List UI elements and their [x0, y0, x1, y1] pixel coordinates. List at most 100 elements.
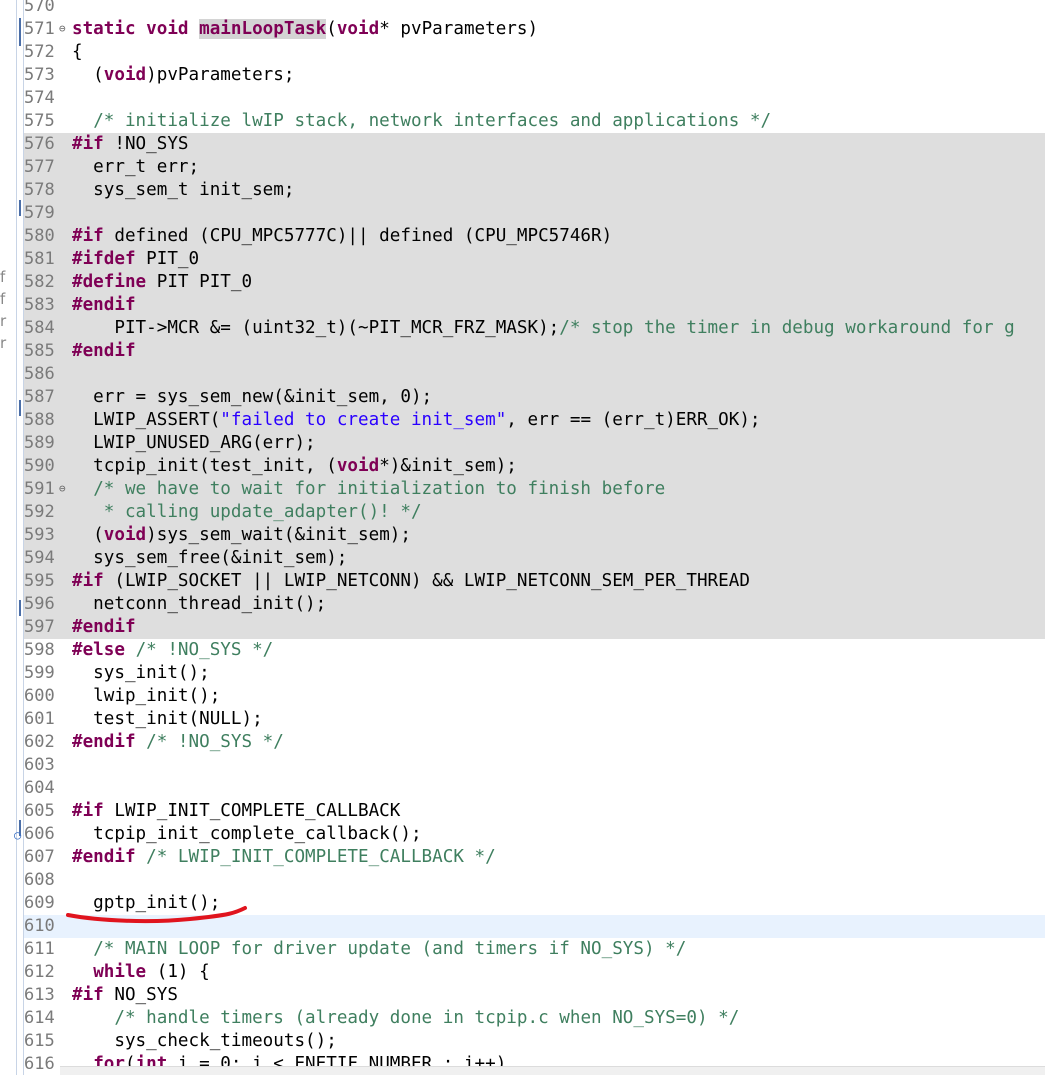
- code-line[interactable]: 583 #endif: [24, 294, 1045, 317]
- code-line[interactable]: 586: [24, 363, 1045, 386]
- code-token: )sys_sem_wait(&init_sem);: [146, 525, 411, 545]
- code-text: sys_check_timeouts();: [72, 1030, 337, 1053]
- line-number: 597: [24, 617, 55, 637]
- code-line[interactable]: 588 LWIP_ASSERT("failed to create init_s…: [24, 409, 1045, 432]
- line-number: 589: [24, 433, 55, 453]
- code-line[interactable]: 592 * calling update_adapter()! */: [24, 501, 1045, 524]
- code-line[interactable]: 593 (void)sys_sem_wait(&init_sem);: [24, 524, 1045, 547]
- code-line[interactable]: 600 lwip_init();: [24, 685, 1045, 708]
- code-line[interactable]: 602 #endif /* !NO_SYS */: [24, 731, 1045, 754]
- line-number: 616: [24, 1054, 55, 1074]
- code-line[interactable]: 611 /* MAIN LOOP for driver update (and …: [24, 938, 1045, 961]
- code-token: #if: [72, 985, 104, 1005]
- code-line[interactable]: 614 /* handle timers (already done in tc…: [24, 1007, 1045, 1030]
- line-number: 573: [24, 65, 55, 85]
- code-line[interactable]: 574: [24, 87, 1045, 110]
- line-number: 595: [24, 571, 55, 591]
- code-line[interactable]: 585 #endif: [24, 340, 1045, 363]
- code-line[interactable]: 581 #ifdef PIT_0: [24, 248, 1045, 271]
- fold-collapse-icon[interactable]: ⊖: [59, 483, 69, 494]
- code-token: * calling update_adapter()! */: [103, 502, 422, 522]
- code-line[interactable]: 612 while (1) {: [24, 961, 1045, 984]
- code-token: !NO_SYS: [103, 134, 189, 154]
- line-number: 611: [24, 939, 55, 959]
- code-line[interactable]: 608: [24, 869, 1045, 892]
- code-line[interactable]: 584 PIT->MCR &= (uint32_t)(~PIT_MCR_FRZ_…: [24, 317, 1045, 340]
- code-line[interactable]: 572 {: [24, 41, 1045, 64]
- code-line[interactable]: 596 netconn_thread_init();: [24, 593, 1045, 616]
- code-line[interactable]: 595 #if (LWIP_SOCKET || LWIP_NETCONN) && …: [24, 570, 1045, 593]
- ruler-marker[interactable]: [19, 400, 21, 416]
- code-text: #if NO_SYS: [72, 984, 178, 1007]
- code-line[interactable]: 591 ⊖ /* we have to wait for initializati…: [24, 478, 1045, 501]
- overview-ruler: [16, 0, 24, 1075]
- code-line[interactable]: 613 #if NO_SYS: [24, 984, 1045, 1007]
- code-line[interactable]: 587 err = sys_sem_new(&init_sem, 0);: [24, 386, 1045, 409]
- line-number: 578: [24, 180, 55, 200]
- code-line[interactable]: 589 LWIP_UNUSED_ARG(err);: [24, 432, 1045, 455]
- code-token: , err == (err_t)ERR_OK);: [506, 410, 761, 430]
- line-number: 603: [24, 755, 55, 775]
- code-line[interactable]: 578 sys_sem_t init_sem;: [24, 179, 1045, 202]
- line-number: 602: [24, 732, 55, 752]
- code-line[interactable]: 573 (void)pvParameters;: [24, 64, 1045, 87]
- code-line[interactable]: 590 tcpip_init(test_init, (void*)&init_s…: [24, 455, 1045, 478]
- code-line[interactable]: 577 err_t err;: [24, 156, 1045, 179]
- code-token: /* we have to wait for initialization to…: [93, 479, 666, 499]
- code-token: sys_sem_t init_sem;: [72, 180, 295, 200]
- horizontal-scrollbar[interactable]: [60, 1066, 1045, 1075]
- line-number: 584: [24, 318, 55, 338]
- code-token: sys_check_timeouts();: [72, 1031, 337, 1051]
- code-text: #ifdef PIT_0: [72, 248, 199, 271]
- line-number: 575: [24, 111, 55, 131]
- fold-collapse-icon[interactable]: ⊖: [59, 23, 69, 34]
- code-token: (: [72, 65, 104, 85]
- code-token: #ifdef: [72, 249, 136, 269]
- code-line[interactable]: 579: [24, 202, 1045, 225]
- annotation-marker-icon[interactable]: ○: [14, 824, 21, 847]
- code-token: defined (CPU_MPC5777C)|| defined (CPU_MP…: [103, 226, 613, 246]
- code-text: sys_sem_free(&init_sem);: [72, 547, 347, 570]
- code-line[interactable]: 571 ⊖ static void mainLoopTask(void* pvPar…: [24, 18, 1045, 41]
- line-number: 572: [24, 42, 55, 62]
- code-line[interactable]: 598 #else /* !NO_SYS */: [24, 639, 1045, 662]
- code-token: tcpip_init_complete_callback();: [72, 824, 422, 844]
- code-token: err = sys_sem_new(&init_sem, 0);: [72, 387, 433, 407]
- ruler-marker[interactable]: [19, 30, 21, 46]
- line-number: 571: [24, 19, 55, 39]
- code-line[interactable]: 580 #if defined (CPU_MPC5777C)|| defined …: [24, 225, 1045, 248]
- code-token: /* stop the timer in debug workaround fo…: [559, 318, 1015, 338]
- code-text: LWIP_UNUSED_ARG(err);: [72, 432, 315, 455]
- ruler-marker[interactable]: [19, 600, 21, 616]
- code-line[interactable]: 575 /* initialize lwIP stack, network in…: [24, 110, 1045, 133]
- code-line[interactable]: 604: [24, 777, 1045, 800]
- ruler-marker[interactable]: [19, 200, 21, 216]
- line-number: 585: [24, 341, 55, 361]
- code-editor[interactable]: 570 571 ⊖ static void mainLoopTask(void* pv…: [0, 0, 1045, 1075]
- line-number: 586: [24, 364, 55, 384]
- code-text: #endif /* LWIP_INIT_COMPLETE_CALLBACK */: [72, 846, 496, 869]
- code-line[interactable]: 597 #endif: [24, 616, 1045, 639]
- code-line[interactable]: 615 sys_check_timeouts();: [24, 1030, 1045, 1053]
- code-line[interactable]: 576 #if !NO_SYS: [24, 133, 1045, 156]
- line-number: 610: [24, 916, 55, 936]
- code-text: #if defined (CPU_MPC5777C)|| defined (CP…: [72, 225, 612, 248]
- code-line[interactable]: 605 #if LWIP_INIT_COMPLETE_CALLBACK: [24, 800, 1045, 823]
- code-line[interactable]: 603: [24, 754, 1045, 777]
- code-token: {: [72, 42, 83, 62]
- code-line[interactable]: 570: [24, 0, 1045, 18]
- line-number: 581: [24, 249, 55, 269]
- code-line[interactable]: 601 test_init(NULL);: [24, 708, 1045, 731]
- code-line[interactable]: 599 sys_init();: [24, 662, 1045, 685]
- code-line[interactable]: 606 ○ tcpip_init_complete_callback();: [14, 823, 1045, 846]
- line-number: 582: [24, 272, 55, 292]
- code-line[interactable]: 594 sys_sem_free(&init_sem);: [24, 547, 1045, 570]
- code-line[interactable]: 607 #endif /* LWIP_INIT_COMPLETE_CALLBACK…: [24, 846, 1045, 869]
- code-text: PIT->MCR &= (uint32_t)(~PIT_MCR_FRZ_MASK…: [72, 317, 1015, 340]
- code-line[interactable]: 582 #define PIT PIT_0: [24, 271, 1045, 294]
